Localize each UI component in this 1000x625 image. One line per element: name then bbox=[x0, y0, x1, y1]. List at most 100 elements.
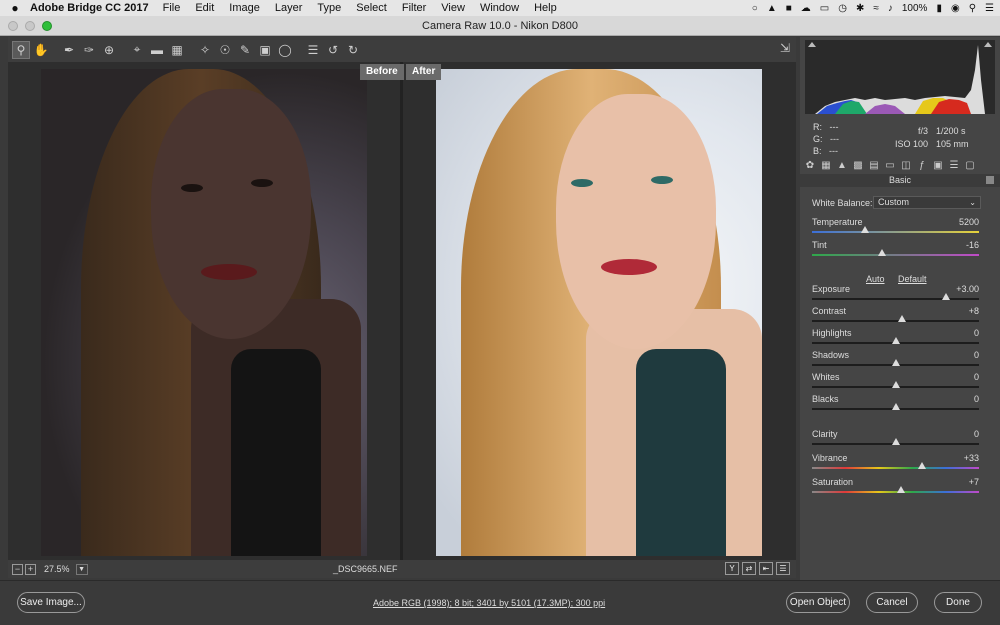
before-after-view-icon[interactable]: Y bbox=[725, 562, 739, 575]
slider-value[interactable]: 0 bbox=[974, 372, 979, 382]
split-toning-tab-icon[interactable]: ▤ bbox=[868, 160, 880, 171]
slider-track[interactable] bbox=[812, 231, 979, 233]
workflow-options-link[interactable]: Adobe RGB (1998); 8 bit; 3401 by 5101 (1… bbox=[373, 598, 605, 608]
camera-calibration-tab-icon[interactable]: ▣ bbox=[932, 160, 944, 171]
app-name[interactable]: Adobe Bridge CC 2017 bbox=[30, 2, 149, 14]
minimize-button[interactable] bbox=[25, 21, 35, 31]
panel-menu-icon[interactable] bbox=[986, 176, 994, 184]
lens-corrections-tab-icon[interactable]: ▭ bbox=[884, 160, 896, 171]
slider-track[interactable] bbox=[812, 298, 979, 300]
cancel-button[interactable]: Cancel bbox=[866, 592, 918, 613]
presets-tab-icon[interactable]: ☰ bbox=[948, 160, 960, 171]
menu-view[interactable]: View bbox=[441, 2, 465, 14]
creative-cloud-icon[interactable]: ○ bbox=[752, 3, 758, 14]
notifications-icon[interactable]: ☰ bbox=[985, 3, 994, 14]
slider-thumb[interactable] bbox=[891, 381, 900, 388]
battery-text[interactable]: 100% bbox=[902, 3, 928, 14]
slider-track[interactable] bbox=[812, 320, 979, 322]
detail-tab-icon[interactable]: ▲ bbox=[836, 160, 848, 171]
copy-settings-icon[interactable]: ⇤ bbox=[759, 562, 773, 575]
tone-curve-tab-icon[interactable]: ▦ bbox=[820, 160, 832, 171]
slider-track[interactable] bbox=[812, 467, 979, 469]
slider-thumb[interactable] bbox=[941, 293, 950, 300]
slider-value[interactable]: 0 bbox=[974, 429, 979, 439]
adjustment-brush-icon[interactable]: ✎ bbox=[236, 41, 254, 59]
menu-image[interactable]: Image bbox=[229, 2, 260, 14]
slider-value[interactable]: 0 bbox=[974, 394, 979, 404]
shield-icon[interactable]: ▲ bbox=[767, 3, 777, 14]
menu-filter[interactable]: Filter bbox=[402, 2, 426, 14]
chat-icon[interactable]: ■ bbox=[786, 3, 792, 14]
transform-tool-icon[interactable]: ▦ bbox=[168, 41, 186, 59]
save-image-button[interactable]: Save Image... bbox=[17, 592, 85, 613]
slider-thumb[interactable] bbox=[861, 226, 870, 233]
slider-value[interactable]: -16 bbox=[966, 240, 979, 250]
graduated-filter-icon[interactable]: ▣ bbox=[256, 41, 274, 59]
menu-select[interactable]: Select bbox=[356, 2, 387, 14]
done-button[interactable]: Done bbox=[934, 592, 982, 613]
cloud-icon[interactable]: ☁ bbox=[801, 3, 811, 14]
slider-thumb[interactable] bbox=[878, 249, 887, 256]
volume-icon[interactable]: ♪ bbox=[888, 3, 893, 14]
slider-value[interactable]: 0 bbox=[974, 328, 979, 338]
menu-file[interactable]: File bbox=[163, 2, 181, 14]
swap-settings-icon[interactable]: ⇄ bbox=[742, 562, 756, 575]
highlight-clipping-icon[interactable] bbox=[984, 42, 992, 47]
targeted-adjustment-tool-icon[interactable]: ⊕ bbox=[100, 41, 118, 59]
search-icon[interactable]: ⚲ bbox=[969, 3, 976, 14]
apple-menu-icon[interactable]: ● bbox=[0, 1, 30, 15]
effects-tab-icon[interactable]: ƒ bbox=[916, 160, 928, 171]
menu-edit[interactable]: Edit bbox=[195, 2, 214, 14]
zoom-in-button[interactable]: + bbox=[25, 563, 36, 575]
slider-thumb[interactable] bbox=[891, 403, 900, 410]
crop-tool-icon[interactable]: ⌖ bbox=[128, 41, 146, 59]
menu-layer[interactable]: Layer bbox=[275, 2, 303, 14]
hsl-tab-icon[interactable]: ▩ bbox=[852, 160, 864, 171]
fullscreen-button[interactable] bbox=[42, 21, 52, 31]
preferences-icon[interactable]: ☰ bbox=[304, 41, 322, 59]
spot-removal-tool-icon[interactable]: ✧ bbox=[196, 41, 214, 59]
zoom-dropdown[interactable]: ▼ bbox=[75, 563, 88, 575]
rotate-right-icon[interactable]: ↻ bbox=[344, 41, 362, 59]
slider-thumb[interactable] bbox=[891, 438, 900, 445]
display-icon[interactable]: ▭ bbox=[820, 3, 829, 14]
wifi-icon[interactable]: ≈ bbox=[873, 3, 879, 14]
auto-link[interactable]: Auto bbox=[866, 274, 885, 284]
zoom-tool-icon[interactable]: ⚲ bbox=[12, 40, 30, 59]
basic-tab-icon[interactable]: ✿ bbox=[804, 160, 816, 171]
red-eye-tool-icon[interactable]: ☉ bbox=[216, 41, 234, 59]
slider-thumb[interactable] bbox=[896, 486, 905, 493]
battery-icon[interactable]: ▮ bbox=[936, 3, 942, 14]
hand-tool-icon[interactable]: ✋ bbox=[32, 41, 50, 59]
shadow-clipping-icon[interactable] bbox=[808, 42, 816, 47]
fullscreen-toggle-icon[interactable]: ⇲ bbox=[780, 41, 790, 55]
white-balance-tool-icon[interactable]: ✒ bbox=[60, 41, 78, 59]
slider-track[interactable] bbox=[812, 254, 979, 256]
toggle-settings-icon[interactable]: ☰ bbox=[776, 562, 790, 575]
menu-window[interactable]: Window bbox=[480, 2, 519, 14]
user-icon[interactable]: ◉ bbox=[951, 3, 960, 14]
white-balance-select[interactable]: Custom ⌄ bbox=[873, 196, 981, 209]
snapshots-tab-icon[interactable]: ▢ bbox=[964, 160, 976, 171]
slider-thumb[interactable] bbox=[898, 315, 907, 322]
slider-track[interactable] bbox=[812, 491, 979, 493]
close-button[interactable] bbox=[8, 21, 18, 31]
slider-value[interactable]: 0 bbox=[974, 350, 979, 360]
slider-value[interactable]: +8 bbox=[969, 306, 979, 316]
time-machine-icon[interactable]: ◷ bbox=[838, 3, 847, 14]
default-link[interactable]: Default bbox=[898, 274, 927, 284]
rotate-left-icon[interactable]: ↺ bbox=[324, 41, 342, 59]
open-object-button[interactable]: Open Object bbox=[786, 592, 850, 613]
bluetooth-icon[interactable]: ✱ bbox=[856, 3, 864, 14]
slider-thumb[interactable] bbox=[891, 337, 900, 344]
radial-filter-icon[interactable]: ◯ bbox=[276, 41, 294, 59]
straighten-tool-icon[interactable]: ▬ bbox=[148, 41, 166, 59]
color-sampler-tool-icon[interactable]: ✑ bbox=[80, 41, 98, 59]
zoom-out-button[interactable]: − bbox=[12, 563, 23, 575]
slider-value[interactable]: 5200 bbox=[959, 217, 979, 227]
slider-value[interactable]: +7 bbox=[969, 477, 979, 487]
transform-tab-icon[interactable]: ◫ bbox=[900, 160, 912, 171]
slider-value[interactable]: +33 bbox=[964, 453, 979, 463]
slider-value[interactable]: +3.00 bbox=[956, 284, 979, 294]
slider-thumb[interactable] bbox=[918, 462, 927, 469]
